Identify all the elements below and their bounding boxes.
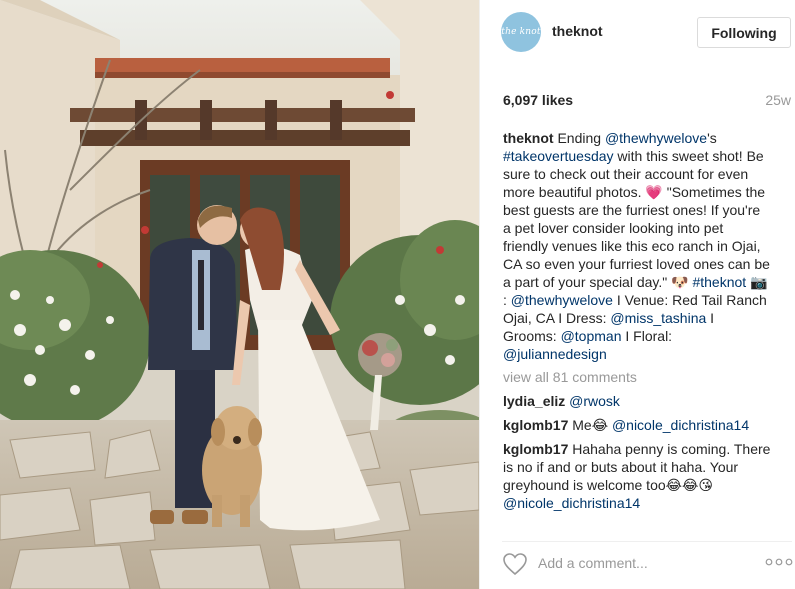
mention-link[interactable]: @thewhywelove xyxy=(511,292,613,308)
comment-username[interactable]: kglomb17 xyxy=(503,441,568,457)
mention-link[interactable]: @miss_tashina xyxy=(610,310,706,326)
post-time[interactable]: 25w xyxy=(765,92,791,108)
post-header: the knot theknot Following xyxy=(480,0,795,66)
mention-link[interactable]: @nicole_dichristina14 xyxy=(503,495,640,511)
mention-link[interactable]: @thewhywelove xyxy=(605,130,707,146)
following-button[interactable]: Following xyxy=(697,17,791,48)
comment-item: kglomb17 Hahaha penny is coming. There i… xyxy=(503,440,771,512)
post-meta: 6,097 likes 25w xyxy=(503,92,791,112)
add-comment-input[interactable] xyxy=(538,552,738,574)
post-caption: theknot Ending @thewhywelove's #takeover… xyxy=(503,129,771,363)
caption-text: 's xyxy=(707,130,717,146)
comment-text: Me xyxy=(568,417,592,433)
dog-emoji: 🐶 xyxy=(671,274,689,290)
caption-text: I Floral: xyxy=(621,328,673,344)
likes-count[interactable]: 6,097 likes xyxy=(503,92,573,108)
post-username[interactable]: theknot xyxy=(552,23,603,39)
avatar[interactable]: the knot xyxy=(501,12,541,52)
view-all-comments-link[interactable]: view all 81 comments xyxy=(503,368,771,386)
hashtag-link[interactable]: #takeovertuesday xyxy=(503,148,614,164)
wedding-photo xyxy=(0,0,479,589)
mention-link[interactable]: @rwosk xyxy=(569,393,620,409)
avatar-logo-text: the knot xyxy=(501,27,541,37)
comment-username[interactable]: lydia_eliz xyxy=(503,393,565,409)
caption-text: Ending xyxy=(553,130,605,146)
hashtag-link[interactable]: #theknot xyxy=(692,274,746,290)
laughing-kiss-emoji: 😂😂😘 xyxy=(665,477,713,493)
comment-username[interactable]: kglomb17 xyxy=(503,417,568,433)
caption-username[interactable]: theknot xyxy=(503,130,554,146)
post-photo[interactable] xyxy=(0,0,479,589)
more-options-icon[interactable] xyxy=(765,556,793,568)
heart-emoji: 💗 xyxy=(645,184,663,200)
mention-link[interactable]: @juliannedesign xyxy=(503,346,607,362)
heart-icon[interactable] xyxy=(502,552,528,576)
comment-item: lydia_eliz @rwosk xyxy=(503,392,771,410)
mention-link[interactable]: @nicole_dichristina14 xyxy=(612,417,749,433)
post-side-panel: the knot theknot Following 6,097 likes 2… xyxy=(479,0,795,589)
camera-emoji: 📷 xyxy=(750,274,768,290)
caption-text: : xyxy=(503,292,511,308)
comment-item: kglomb17 Me😂 @nicole_dichristina14 xyxy=(503,416,771,434)
comments-list: theknot Ending @thewhywelove's #takeover… xyxy=(503,129,771,529)
laughing-emoji: 😂 xyxy=(591,417,609,433)
mention-link[interactable]: @topman xyxy=(561,328,622,344)
add-comment-row xyxy=(480,542,795,589)
